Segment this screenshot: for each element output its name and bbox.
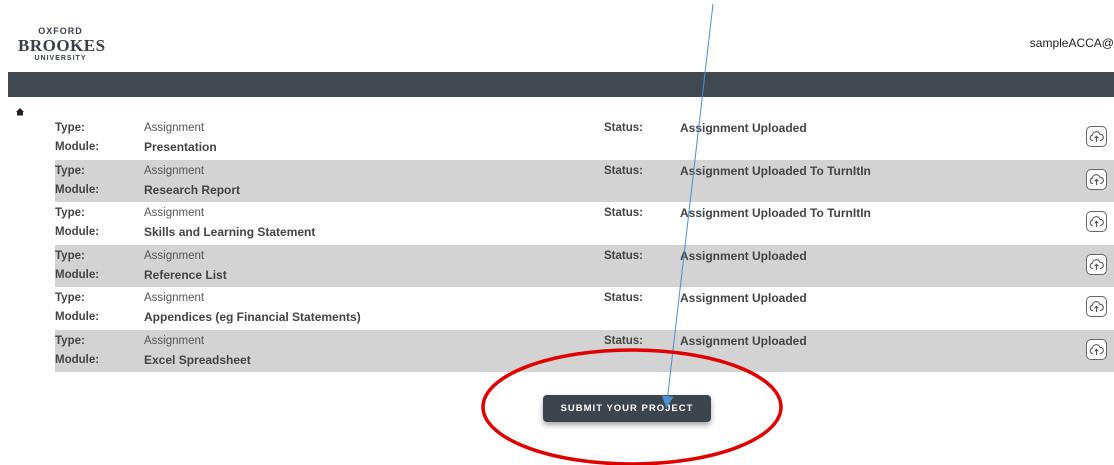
cloud-upload-icon [1089,343,1104,355]
table-row: Type: Assignment Module: Research Report… [55,159,1114,202]
type-label: Type: [55,334,85,347]
status-value: Assignment Uploaded [680,333,807,348]
module-label: Module: [55,268,100,281]
type-value: Assignment [144,334,205,347]
top-navbar [8,72,1114,97]
status-label: Status: [604,164,643,177]
type-value: Assignment [144,164,205,177]
status-value: Assignment Uploaded [680,121,807,135]
module-value: Reference List [144,267,227,282]
upload-button[interactable] [1086,126,1107,147]
upload-button[interactable] [1086,168,1107,190]
table-row: Type: Assignment Module: Appendices (eg … [55,287,1114,330]
type-label: Type: [55,122,85,134]
module-value: Excel Spreadsheet [144,352,251,367]
user-account[interactable]: sampleACCA@ [1030,36,1114,50]
type-value: Assignment [144,122,205,134]
type-value: Assignment [144,207,205,219]
module-label: Module: [55,353,100,366]
module-value: Research Report [144,182,241,197]
table-row: Type: Assignment Module: Excel Spreadshe… [55,329,1114,372]
status-label: Status: [604,249,643,262]
status-label: Status: [604,207,643,219]
cloud-upload-icon [1089,216,1104,227]
module-value: Presentation [144,140,217,154]
home-icon[interactable] [15,104,25,116]
cloud-upload-icon [1089,131,1104,142]
cloud-upload-icon [1089,173,1104,185]
type-label: Type: [55,292,85,304]
type-label: Type: [55,249,85,262]
upload-button[interactable] [1086,296,1107,317]
type-label: Type: [55,164,85,177]
logo-line-1: OXFORD [38,26,83,36]
cloud-upload-icon [1089,258,1104,270]
status-label: Status: [604,122,643,134]
logo-line-3: UNIVERSITY [34,55,87,62]
submissions-table: Type: Assignment Module: Presentation St… [55,117,1114,372]
upload-button[interactable] [1086,211,1107,232]
type-value: Assignment [144,249,205,262]
submit-project-button[interactable]: SUBMIT YOUR PROJECT [543,395,711,422]
module-value: Skills and Learning Statement [144,225,316,239]
table-row: Type: Assignment Module: Skills and Lear… [55,202,1114,245]
oxford-brookes-logo[interactable]: OXFORD BROOKES UNIVERSITY [18,26,106,63]
type-value: Assignment [144,292,205,304]
status-value: Assignment Uploaded [680,291,807,305]
module-label: Module: [55,226,100,238]
status-value: Assignment Uploaded To TurnItIn [680,206,871,220]
status-label: Status: [604,292,643,304]
cloud-upload-icon [1089,301,1104,312]
table-row: Type: Assignment Module: Presentation St… [55,117,1114,160]
module-label: Module: [55,311,100,323]
table-row: Type: Assignment Module: Reference List … [55,244,1114,287]
type-label: Type: [55,207,85,219]
module-value: Appendices (eg Financial Statements) [144,310,361,324]
status-label: Status: [604,334,643,347]
module-label: Module: [55,183,100,196]
status-value: Assignment Uploaded To TurnItIn [680,163,871,178]
module-label: Module: [55,141,100,153]
logo-line-2: BROOKES [18,36,106,55]
upload-button[interactable] [1086,338,1107,360]
status-value: Assignment Uploaded [680,248,807,263]
upload-button[interactable] [1086,253,1107,275]
